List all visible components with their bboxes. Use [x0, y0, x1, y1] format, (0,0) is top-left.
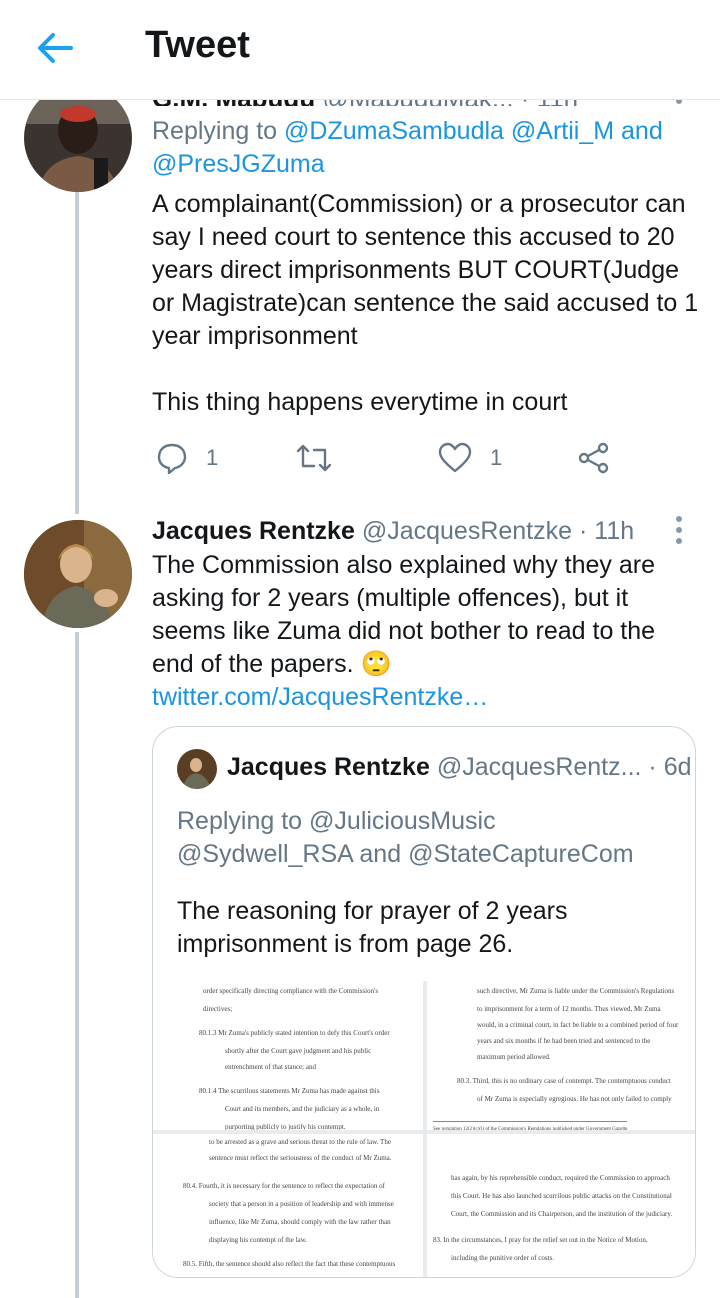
document-text-line: acts have been committed by a former Pre…	[209, 1276, 403, 1277]
document-text-line: 80.1.3 Mr Zuma's publicly stated intenti…	[199, 1029, 390, 1037]
more-options-button[interactable]	[664, 510, 694, 550]
tweet-body: A complainant(Commission) or a prosecuto…	[152, 190, 699, 350]
mention-link[interactable]: @DZumaSambudla @Artii_M	[284, 117, 614, 145]
document-text-line: See regulation 12(2)(c)(i) of the Commis…	[433, 1121, 628, 1130]
tweet-body: The Commission also explained why they a…	[152, 549, 702, 681]
quoted-replying-to-line: Replying to @JuliciousMusic @Sydwell_RSA…	[177, 805, 677, 871]
top-app-bar: Tweet	[0, 0, 720, 100]
quoted-mentions: @StateCaptureCom	[408, 840, 634, 868]
document-text-line: would, in a criminal court, in fact be l…	[477, 1021, 679, 1029]
like-count: 1	[490, 445, 503, 470]
avatar[interactable]	[24, 520, 132, 628]
document-text-line: order specifically directing compliance …	[203, 987, 379, 995]
avatar[interactable]	[24, 84, 132, 192]
thread-line	[75, 632, 79, 1298]
retweet-icon	[296, 444, 332, 472]
attached-document-images: order specifically directing compliance …	[153, 981, 695, 1277]
thread-line	[75, 192, 79, 514]
back-button[interactable]	[30, 26, 80, 70]
share-button[interactable]	[578, 436, 610, 480]
quoted-tweet-time: · 6d	[648, 753, 692, 781]
document-page-image[interactable]: order specifically directing compliance …	[153, 981, 423, 1130]
face-with-rolling-eyes-icon: 🙄	[360, 650, 392, 678]
document-text-line: to imprisonment for a term of 12 months.…	[477, 1005, 661, 1013]
document-text-line: has again, by his reprehensible conduct,…	[451, 1174, 670, 1182]
page-title: Tweet	[145, 24, 250, 66]
tweet-time: · 11h	[579, 517, 635, 545]
tweet-body-second-paragraph: This thing happens everytime in court	[152, 388, 568, 416]
replying-to-label: Replying to	[152, 117, 278, 145]
quoted-tweet-card[interactable]: Jacques Rentzke @JacquesRentz... · 6d Re…	[152, 726, 696, 1278]
document-text-line: years and six months if he had been trie…	[477, 1037, 651, 1045]
document-text-line: sentence must reflect the seriousness of…	[209, 1154, 392, 1162]
share-icon	[578, 442, 609, 474]
author-handle[interactable]: @JacquesRentzke	[362, 517, 572, 545]
document-text-line: influence, like Mr Zuma, should comply w…	[209, 1218, 391, 1226]
document-text-line: 83. In the circumstances, I pray for the…	[433, 1236, 648, 1244]
document-text-line: this Court. He has also launched scurril…	[451, 1192, 672, 1200]
document-text-line: to be arrested as a grave and serious th…	[209, 1138, 391, 1146]
tweet-link[interactable]: twitter.com/JacquesRentzke…	[152, 681, 702, 714]
document-text-line: Court, the Commission and its Chairperso…	[451, 1210, 673, 1218]
document-text-line: 80.4. Fourth, it is necessary for the se…	[183, 1182, 385, 1190]
replying-to-line: Replying to @DZumaSambudla @Artii_M and …	[152, 115, 702, 181]
document-text-line: purporting publicly to justify his conte…	[225, 1123, 346, 1130]
avatar	[177, 749, 217, 789]
document-page-image[interactable]: to be arrested as a grave and serious th…	[153, 1134, 423, 1277]
document-text-line: 80.3. Third, this is no ordinary case of…	[457, 1077, 671, 1085]
document-text-line: maximum period allowed.	[477, 1053, 551, 1061]
document-text-line: society that a person in a position of l…	[209, 1200, 394, 1208]
quoted-author-handle: @JacquesRentz...	[436, 753, 642, 781]
document-text-line: 80.5. Fifth, the sentence should also re…	[183, 1260, 396, 1268]
document-page-image[interactable]: has again, by his reprehensible conduct,…	[427, 1134, 695, 1277]
document-text-line: such directive, Mr Zuma is liable under …	[477, 987, 675, 995]
author-name[interactable]: Jacques Rentzke	[152, 517, 355, 545]
document-text-line: including the punitive order of costs.	[451, 1254, 555, 1262]
replying-to-label: Replying to	[177, 807, 303, 835]
document-text-line: shortly after the Court gave judgment an…	[225, 1047, 372, 1055]
heart-icon	[438, 442, 472, 473]
tweet-actions: 1 1	[152, 436, 672, 480]
tweet-header: Jacques Rentzke @JacquesRentzke · 11h	[152, 515, 702, 548]
document-text-line: Court and its members, and the judiciary…	[225, 1105, 380, 1113]
document-page-image[interactable]: such directive, Mr Zuma is liable under …	[427, 981, 695, 1130]
mention-link[interactable]: @PresJGZuma	[152, 150, 325, 178]
retweet-button[interactable]	[296, 436, 350, 480]
like-button[interactable]: 1	[438, 436, 502, 480]
quoted-tweet-text: The reasoning for prayer of 2 years impr…	[177, 897, 568, 958]
document-text-line: of Mr Zuma is especially egregious. He h…	[477, 1095, 672, 1103]
reply-button[interactable]: 1	[156, 436, 218, 480]
document-text-line: directives;	[203, 1005, 233, 1013]
document-text-line: displaying his contempt of the law.	[209, 1236, 307, 1244]
mention-and: and	[621, 117, 663, 145]
quoted-tweet-header: Jacques Rentzke @JacquesRentz... · 6d	[227, 753, 692, 782]
document-text-line: entrenchment of that stance; and	[225, 1063, 316, 1071]
quoted-mention-and: and	[359, 840, 402, 868]
arrow-left-icon	[38, 33, 73, 63]
reply-icon	[157, 443, 187, 474]
document-text-line: 80.1.4 The scurrilous statements Mr Zuma…	[199, 1087, 380, 1095]
tweet-text: The Commission also explained why they a…	[152, 551, 656, 678]
reply-count: 1	[206, 445, 219, 470]
quoted-author-name: Jacques Rentzke	[227, 753, 430, 781]
